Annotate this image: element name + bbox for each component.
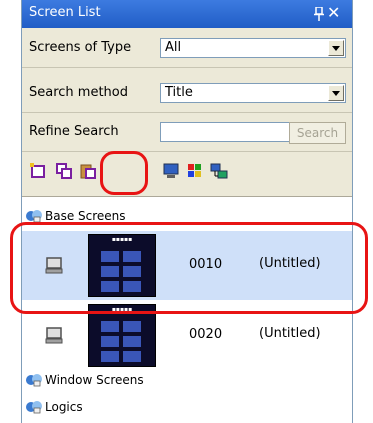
screens-of-type-row: Screens of Type All (22, 30, 352, 68)
screen-number: 0020 (189, 327, 223, 342)
pin-icon[interactable] (314, 7, 324, 21)
screen-title: (Untitled) (259, 326, 321, 341)
refine-search-input[interactable] (160, 122, 290, 142)
copy-screen-icon[interactable] (55, 162, 73, 180)
search-button[interactable]: Search (289, 122, 346, 144)
refine-search-label: Refine Search (29, 124, 119, 139)
screens-of-type-label: Screens of Type (29, 40, 132, 55)
screen-list-panel: Screen List ✕ Screens of Type All Search… (21, 0, 353, 423)
search-method-row: Search method Title (22, 75, 352, 113)
folder-screens-icon (26, 374, 42, 387)
delete-highlight-circle (100, 151, 148, 195)
search-method-label: Search method (29, 85, 128, 100)
item-highlight-rectangle (10, 222, 368, 314)
screens-of-type-value: All (165, 40, 182, 55)
close-icon[interactable]: ✕ (327, 3, 340, 23)
folder-screens-icon (26, 401, 42, 414)
search-method-select[interactable]: Title (160, 83, 346, 103)
group-label: Window Screens (45, 373, 144, 387)
screen-icon (45, 327, 63, 344)
chevron-down-icon[interactable] (328, 40, 344, 56)
new-screen-icon[interactable] (29, 162, 47, 180)
screens-of-type-select[interactable]: All (160, 38, 346, 58)
screen-toolbar (22, 152, 352, 334)
group-label: Logics (45, 400, 83, 414)
color-palette-icon[interactable] (186, 162, 204, 180)
network-icon[interactable] (210, 162, 228, 180)
refine-search-row: Refine Search Search (22, 114, 352, 152)
chevron-down-icon[interactable] (328, 85, 344, 101)
group-label: Base Screens (45, 209, 126, 223)
panel-title: Screen List (29, 5, 101, 20)
paste-screen-icon[interactable] (79, 162, 97, 180)
search-method-value: Title (165, 85, 193, 100)
display-icon[interactable] (162, 162, 180, 180)
panel-title-bar: Screen List ✕ (22, 0, 352, 28)
